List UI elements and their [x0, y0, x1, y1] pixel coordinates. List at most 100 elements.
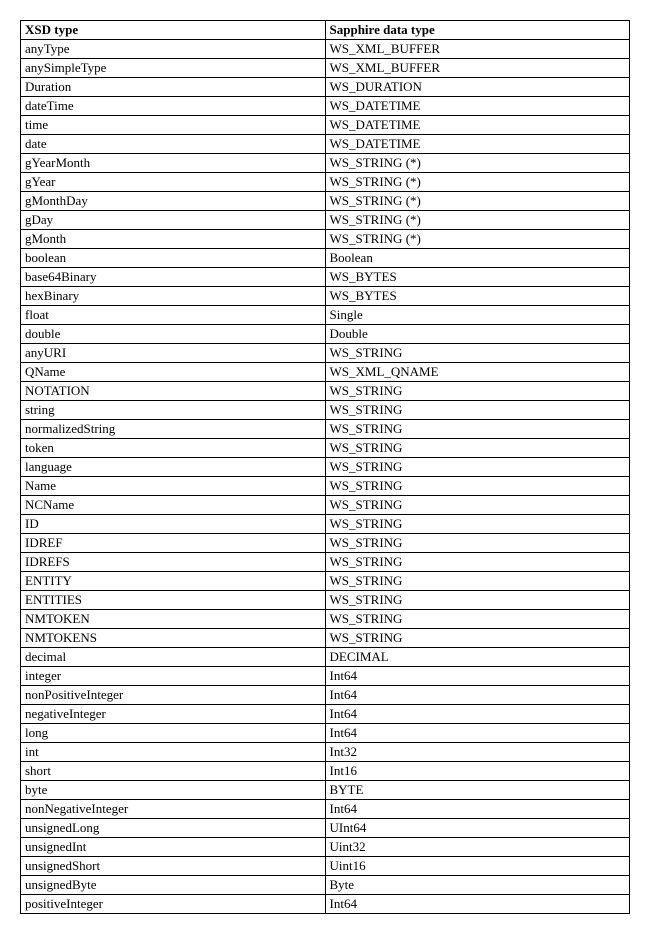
table-row: gYearWS_STRING (*) — [21, 173, 630, 192]
cell-xsd-type: NMTOKENS — [21, 629, 326, 648]
cell-sapphire-type: Uint32 — [325, 838, 630, 857]
table-row: dateWS_DATETIME — [21, 135, 630, 154]
cell-xsd-type: date — [21, 135, 326, 154]
cell-xsd-type: byte — [21, 781, 326, 800]
cell-sapphire-type: WS_XML_QNAME — [325, 363, 630, 382]
table-row: unsignedLongUInt64 — [21, 819, 630, 838]
table-row: decimalDECIMAL — [21, 648, 630, 667]
cell-sapphire-type: Int64 — [325, 800, 630, 819]
cell-xsd-type: gMonth — [21, 230, 326, 249]
table-row: unsignedByteByte — [21, 876, 630, 895]
cell-sapphire-type: Uint16 — [325, 857, 630, 876]
cell-sapphire-type: WS_STRING — [325, 439, 630, 458]
cell-xsd-type: ENTITIES — [21, 591, 326, 610]
cell-sapphire-type: WS_XML_BUFFER — [325, 59, 630, 78]
table-row: gMonthDayWS_STRING (*) — [21, 192, 630, 211]
cell-sapphire-type: WS_STRING — [325, 496, 630, 515]
cell-xsd-type: Duration — [21, 78, 326, 97]
cell-sapphire-type: WS_DURATION — [325, 78, 630, 97]
cell-sapphire-type: WS_STRING — [325, 610, 630, 629]
cell-xsd-type: NCName — [21, 496, 326, 515]
cell-sapphire-type: DECIMAL — [325, 648, 630, 667]
table-header-row: XSD type Sapphire data type — [21, 21, 630, 40]
cell-xsd-type: float — [21, 306, 326, 325]
table-row: NMTOKENWS_STRING — [21, 610, 630, 629]
cell-xsd-type: double — [21, 325, 326, 344]
table-row: gDayWS_STRING (*) — [21, 211, 630, 230]
cell-sapphire-type: WS_STRING — [325, 515, 630, 534]
cell-sapphire-type: WS_DATETIME — [325, 116, 630, 135]
cell-xsd-type: IDREF — [21, 534, 326, 553]
table-row: nonPositiveIntegerInt64 — [21, 686, 630, 705]
cell-sapphire-type: WS_STRING — [325, 382, 630, 401]
type-mapping-table: XSD type Sapphire data type anyTypeWS_XM… — [20, 20, 630, 914]
table-row: gYearMonthWS_STRING (*) — [21, 154, 630, 173]
cell-sapphire-type: WS_XML_BUFFER — [325, 40, 630, 59]
cell-sapphire-type: Int32 — [325, 743, 630, 762]
table-row: unsignedIntUint32 — [21, 838, 630, 857]
cell-xsd-type: ID — [21, 515, 326, 534]
cell-xsd-type: unsignedByte — [21, 876, 326, 895]
table-row: IDREFSWS_STRING — [21, 553, 630, 572]
table-row: languageWS_STRING — [21, 458, 630, 477]
table-row: NameWS_STRING — [21, 477, 630, 496]
table-row: floatSingle — [21, 306, 630, 325]
cell-xsd-type: nonPositiveInteger — [21, 686, 326, 705]
cell-xsd-type: boolean — [21, 249, 326, 268]
cell-xsd-type: QName — [21, 363, 326, 382]
cell-xsd-type: string — [21, 401, 326, 420]
cell-xsd-type: int — [21, 743, 326, 762]
table-body: anyTypeWS_XML_BUFFERanySimpleTypeWS_XML_… — [21, 40, 630, 914]
cell-xsd-type: gYear — [21, 173, 326, 192]
cell-sapphire-type: WS_DATETIME — [325, 97, 630, 116]
cell-sapphire-type: Byte — [325, 876, 630, 895]
cell-sapphire-type: WS_STRING — [325, 420, 630, 439]
table-row: NOTATIONWS_STRING — [21, 382, 630, 401]
cell-sapphire-type: WS_STRING (*) — [325, 192, 630, 211]
cell-sapphire-type: WS_BYTES — [325, 268, 630, 287]
cell-sapphire-type: WS_STRING — [325, 629, 630, 648]
cell-sapphire-type: Int64 — [325, 724, 630, 743]
table-row: ENTITIESWS_STRING — [21, 591, 630, 610]
cell-xsd-type: gYearMonth — [21, 154, 326, 173]
cell-xsd-type: positiveInteger — [21, 895, 326, 914]
table-row: normalizedStringWS_STRING — [21, 420, 630, 439]
cell-xsd-type: language — [21, 458, 326, 477]
table-row: intInt32 — [21, 743, 630, 762]
cell-xsd-type: hexBinary — [21, 287, 326, 306]
cell-sapphire-type: WS_STRING — [325, 401, 630, 420]
cell-sapphire-type: Double — [325, 325, 630, 344]
table-row: hexBinary WS_BYTES — [21, 287, 630, 306]
cell-sapphire-type: WS_STRING — [325, 458, 630, 477]
cell-xsd-type: normalizedString — [21, 420, 326, 439]
cell-sapphire-type: Single — [325, 306, 630, 325]
table-row: ENTITYWS_STRING — [21, 572, 630, 591]
cell-xsd-type: unsignedShort — [21, 857, 326, 876]
table-row: DurationWS_DURATION — [21, 78, 630, 97]
table-row: unsignedShortUint16 — [21, 857, 630, 876]
cell-xsd-type: dateTime — [21, 97, 326, 116]
cell-xsd-type: time — [21, 116, 326, 135]
table-row: byteBYTE — [21, 781, 630, 800]
table-row: booleanBoolean — [21, 249, 630, 268]
cell-xsd-type: anySimpleType — [21, 59, 326, 78]
cell-xsd-type: anyType — [21, 40, 326, 59]
cell-sapphire-type: Int64 — [325, 895, 630, 914]
cell-sapphire-type: WS_STRING — [325, 477, 630, 496]
cell-sapphire-type: WS_STRING — [325, 534, 630, 553]
table-row: NMTOKENSWS_STRING — [21, 629, 630, 648]
table-row: IDREFWS_STRING — [21, 534, 630, 553]
cell-sapphire-type: Boolean — [325, 249, 630, 268]
cell-sapphire-type: WS_BYTES — [325, 287, 630, 306]
header-sapphire-type: Sapphire data type — [325, 21, 630, 40]
cell-xsd-type: negativeInteger — [21, 705, 326, 724]
table-row: longInt64 — [21, 724, 630, 743]
header-xsd-type: XSD type — [21, 21, 326, 40]
table-row: base64BinaryWS_BYTES — [21, 268, 630, 287]
cell-sapphire-type: WS_STRING — [325, 572, 630, 591]
table-row: anySimpleTypeWS_XML_BUFFER — [21, 59, 630, 78]
cell-sapphire-type: WS_STRING — [325, 553, 630, 572]
cell-sapphire-type: WS_STRING (*) — [325, 154, 630, 173]
cell-xsd-type: NMTOKEN — [21, 610, 326, 629]
table-row: QNameWS_XML_QNAME — [21, 363, 630, 382]
